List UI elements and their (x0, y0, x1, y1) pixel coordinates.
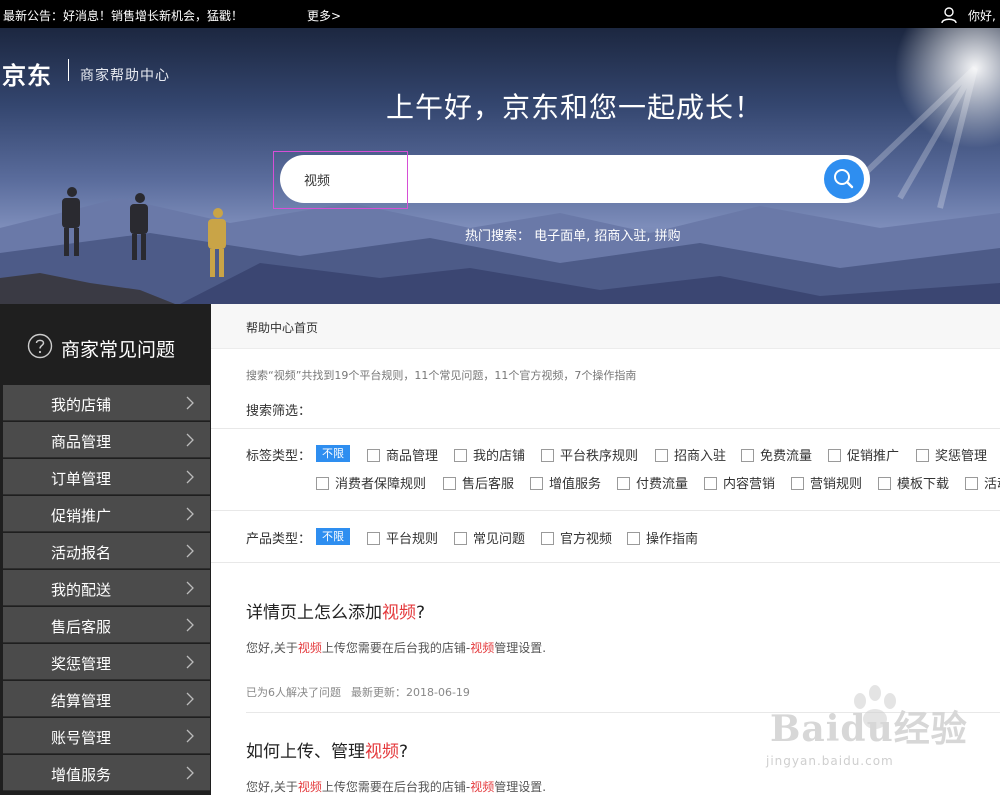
sidebar-item-label: 售后客服 (51, 618, 112, 636)
tag-option-checkbox[interactable]: 模板下载 (878, 473, 949, 492)
hot-search-terms[interactable]: 电子面单, 招商入驻, 拼购 (534, 229, 681, 244)
solved-count: 已为6人解决了问题 (246, 686, 341, 699)
breadcrumb[interactable]: 帮助中心首页 (246, 319, 318, 336)
sidebar-item-label: 账号管理 (51, 729, 112, 747)
filter-title: 搜索筛选： (246, 404, 312, 419)
sidebar-item-my-delivery[interactable]: 我的配送 (3, 570, 210, 606)
sidebar-item-account[interactable]: 账号管理 (3, 718, 210, 754)
sidebar-header: 商家常见问题 (0, 304, 211, 384)
product-option-checkbox[interactable]: 官方视频 (541, 528, 612, 547)
product-option-checkbox[interactable]: 操作指南 (627, 528, 698, 547)
watermark-text: Baidu经验 (770, 708, 968, 750)
annotation-highlight-box (273, 151, 408, 209)
faq-sidebar: 商家常见问题 我的店铺 商品管理 订单管理 促销推广 活动报名 我的配送 售后客… (0, 304, 211, 795)
tag-option-checkbox[interactable]: 增值服务 (530, 473, 601, 492)
divider (211, 562, 1000, 563)
sidebar-item-label: 订单管理 (51, 470, 112, 488)
tag-type-label: 标签类型： (246, 449, 312, 464)
tag-option-checkbox[interactable]: 消费者保障规则 (316, 473, 426, 492)
result-description: 您好,关于视频上传您需要在后台我的店铺-视频管理设置. (246, 641, 547, 655)
logo-divider (68, 59, 69, 81)
tag-option-checkbox[interactable]: 促销推广 (828, 445, 899, 464)
tag-option-checkbox[interactable]: 付费流量 (617, 473, 688, 492)
chevron-right-icon (186, 396, 194, 410)
sidebar-item-label: 我的店铺 (51, 396, 112, 414)
sidebar-item-value-added[interactable]: 增值服务 (3, 755, 210, 791)
sidebar-item-order-management[interactable]: 订单管理 (3, 459, 210, 495)
tag-option-checkbox[interactable]: 售后客服 (443, 473, 514, 492)
sidebar-item-rewards-penalties[interactable]: 奖惩管理 (3, 644, 210, 680)
user-icon[interactable] (940, 6, 958, 24)
chevron-right-icon (186, 544, 194, 558)
sidebar-title: 商家常见问题 (61, 339, 176, 361)
product-type-any-badge[interactable]: 不限 (316, 528, 350, 545)
search-button[interactable] (824, 159, 864, 199)
sidebar-item-event-signup[interactable]: 活动报名 (3, 533, 210, 569)
chevron-right-icon (186, 470, 194, 484)
tag-option-checkbox[interactable]: 奖惩管理 (916, 445, 987, 464)
tag-type-any-badge[interactable]: 不限 (316, 445, 350, 462)
more-link[interactable]: 更多> (307, 7, 341, 24)
result-description: 您好,关于视频上传您需要在后台我的店铺-视频管理设置. (246, 780, 547, 794)
chevron-right-icon (186, 433, 194, 447)
jd-logo[interactable]: 京东 (2, 56, 52, 91)
sidebar-item-promotion[interactable]: 促销推广 (3, 496, 210, 532)
hot-searches: 热门搜索： 电子面单, 招商入驻, 拼购 (465, 225, 681, 244)
tag-option-checkbox[interactable]: 招商入驻 (655, 445, 726, 464)
hero-headline: 上午好，京东和您一起成长！ (386, 91, 764, 124)
sidebar-item-label: 我的配送 (51, 581, 112, 599)
tag-option-checkbox[interactable]: 我的店铺 (454, 445, 525, 464)
sidebar-item-label: 增值服务 (51, 766, 112, 784)
divider (211, 510, 1000, 511)
announcement-text[interactable]: 最新公告：好消息！销售增长新机会，猛戳！ (3, 7, 243, 24)
result-title-link[interactable]: 详情页上怎么添加视频? (246, 598, 425, 623)
chevron-right-icon (186, 729, 194, 743)
sidebar-item-my-store[interactable]: 我的店铺 (3, 385, 210, 421)
tag-option-checkbox[interactable]: 内容营销 (704, 473, 775, 492)
divider (211, 428, 1000, 429)
hot-search-label: 热门搜索： (465, 229, 531, 244)
breadcrumb-bar: 帮助中心首页 (211, 304, 1000, 349)
tag-option-checkbox[interactable]: 活动 (965, 473, 1000, 491)
sidebar-item-label: 奖惩管理 (51, 655, 112, 673)
sidebar-item-settlement[interactable]: 结算管理 (3, 681, 210, 717)
chevron-right-icon (186, 581, 194, 595)
search-summary: 搜索“视频”共找到19个平台规则，11个常见问题，11个官方视频，7个操作指南 (246, 369, 637, 382)
result-meta: 已为6人解决了问题 最新更新：2018-06-19 (246, 684, 470, 700)
search-icon (834, 169, 854, 189)
result-title-link[interactable]: 如何上传、管理视频? (246, 737, 408, 762)
tag-option-checkbox[interactable]: 商品管理 (367, 445, 438, 464)
tag-option-checkbox[interactable]: 平台秩序规则 (541, 445, 638, 464)
chevron-right-icon (186, 618, 194, 632)
question-icon (27, 333, 53, 359)
chevron-right-icon (186, 655, 194, 669)
sidebar-item-label: 商品管理 (51, 433, 112, 451)
sidebar-item-label: 促销推广 (51, 507, 112, 525)
chevron-right-icon (186, 507, 194, 521)
product-option-checkbox[interactable]: 平台规则 (367, 528, 438, 547)
tag-option-checkbox[interactable]: 免费流量 (741, 445, 812, 464)
sidebar-item-label: 结算管理 (51, 692, 112, 710)
watermark-url: jingyan.baidu.com (766, 754, 894, 768)
sidebar-item-product-management[interactable]: 商品管理 (3, 422, 210, 458)
tag-option-checkbox[interactable]: 营销规则 (791, 473, 862, 492)
product-type-label: 产品类型： (246, 532, 312, 547)
last-updated: 最新更新：2018-06-19 (351, 686, 470, 699)
hero-banner: 京东 商家帮助中心 上午好，京东和您一起成长！ 热门搜索： 电子面单, 招商入驻… (0, 28, 1000, 304)
user-greeting[interactable]: 你好, (968, 7, 996, 24)
sidebar-item-after-sales[interactable]: 售后客服 (3, 607, 210, 643)
help-center-title: 商家帮助中心 (80, 68, 170, 84)
top-notice-bar: 最新公告：好消息！销售增长新机会，猛戳！ 更多> 你好, (0, 0, 1000, 28)
chevron-right-icon (186, 766, 194, 780)
product-option-checkbox[interactable]: 常见问题 (454, 528, 525, 547)
sidebar-item-label: 活动报名 (51, 544, 112, 562)
chevron-right-icon (186, 692, 194, 706)
